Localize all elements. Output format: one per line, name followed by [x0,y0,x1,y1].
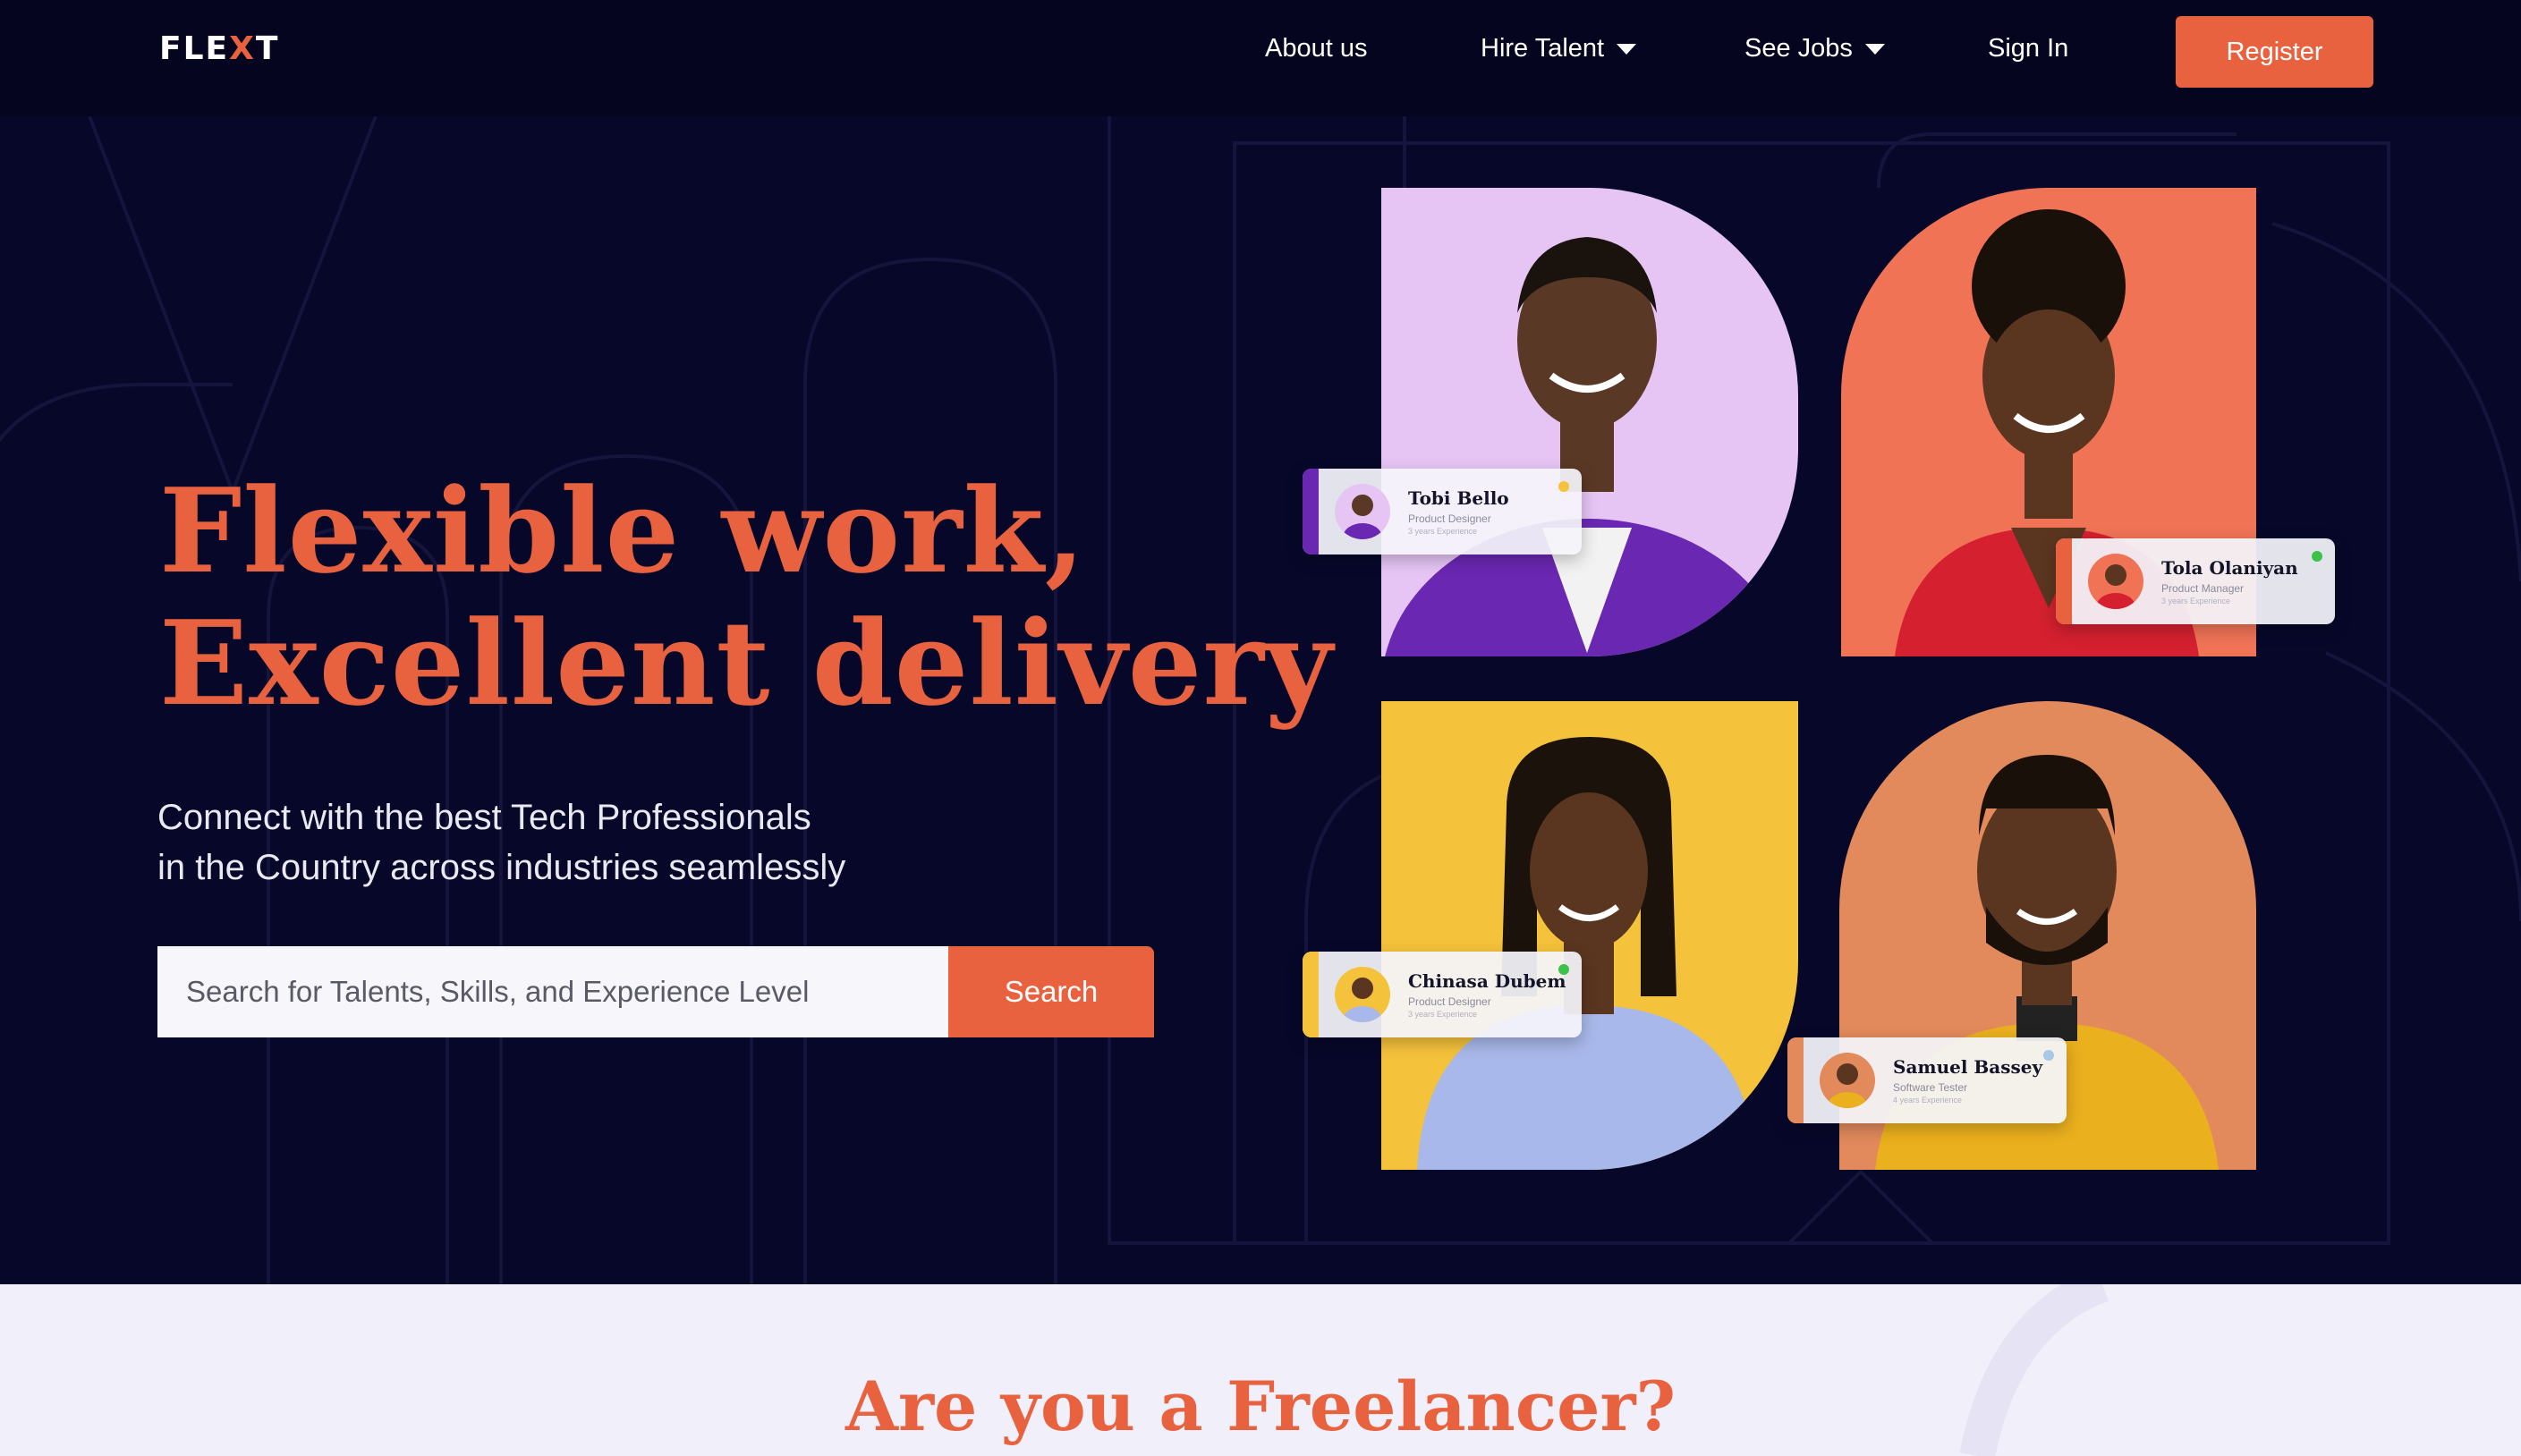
hero-headline: Flexible work, Excellent delivery [159,465,1333,730]
talent-experience: 3 years Experience [2161,597,2231,605]
talent-card-tola[interactable]: Tola Olaniyan Product Manager 3 years Ex… [2056,538,2335,624]
logo-mark: X [229,30,256,67]
hero-section: Flexible work, Excellent delivery Connec… [0,116,2521,1284]
talent-info: Samuel Bassey Software Tester 4 years Ex… [1893,1056,2042,1105]
avatar [1335,484,1390,539]
talent-info: Chinasa Dubem Product Designer 3 years E… [1408,970,1566,1019]
talent-role: Product Designer [1408,512,1491,525]
talent-info: Tobi Bello Product Designer 3 years Expe… [1408,487,1509,536]
card-accent-strip [2056,538,2072,624]
talent-name: Chinasa Dubem [1408,970,1566,992]
nav-hire-talent[interactable]: Hire Talent [1481,34,1637,63]
person-illustration [1385,237,1789,656]
search-button[interactable]: Search [948,946,1154,1037]
talent-role: Product Designer [1408,995,1491,1008]
person-illustration [1417,737,1757,1170]
status-dot [1558,964,1569,975]
nav-hire-talent-label: Hire Talent [1481,34,1605,63]
talent-experience: 3 years Experience [1408,1010,1478,1019]
avatar [2088,554,2143,609]
status-dot [2043,1050,2054,1061]
nav-sign-in[interactable]: Sign In [1988,34,2068,63]
chevron-down-icon [1864,43,1885,55]
status-dot [2312,551,2322,562]
talent-experience: 4 years Experience [1893,1096,1963,1105]
subtext-line-1: Connect with the best Tech Professionals [157,798,811,837]
talent-card-chinasa[interactable]: Chinasa Dubem Product Designer 3 years E… [1303,952,1582,1037]
talent-card-samuel[interactable]: Samuel Bassey Software Tester 4 years Ex… [1787,1037,2067,1123]
search-input[interactable] [157,946,948,1037]
talent-search-bar: Search [157,946,1154,1037]
card-accent-strip [1787,1037,1804,1123]
freelancer-title: Are you a Freelancer? [845,1367,1676,1446]
card-accent-strip [1303,469,1319,554]
talent-experience: 3 years Experience [1408,527,1478,536]
talent-card-tobi[interactable]: Tobi Bello Product Designer 3 years Expe… [1303,469,1582,554]
talent-info: Tola Olaniyan Product Manager 3 years Ex… [2161,557,2298,605]
hero-subtext: Connect with the best Tech Professionals… [157,792,845,893]
logo[interactable]: FLEXT [159,30,279,67]
nav-about-us[interactable]: About us [1265,34,1367,63]
talent-name: Tobi Bello [1408,487,1509,509]
talent-role: Software Tester [1893,1081,1968,1094]
avatar [1820,1053,1875,1108]
site-header: FLEXT About us Hire Talent See Jobs Sign… [0,0,2521,116]
talent-photo-chinasa [1381,701,1798,1170]
nav-see-jobs[interactable]: See Jobs [1744,34,1885,63]
nav-sign-in-label: Sign In [1988,34,2069,63]
talent-role: Product Manager [2161,582,2245,595]
nav-about-us-label: About us [1265,34,1368,63]
freelancer-section: Are you a Freelancer? [0,1284,2521,1456]
talent-name: Samuel Bassey [1893,1056,2043,1078]
nav-see-jobs-label: See Jobs [1744,34,1853,63]
subtext-line-2: in the Country across industries seamles… [157,848,846,887]
status-dot [1558,481,1569,492]
avatar [1335,967,1390,1022]
talent-photo-tobi [1381,188,1798,656]
talent-name: Tola Olaniyan [2161,557,2298,579]
headline-line-2: Excellent delivery [159,595,1334,732]
register-button[interactable]: Register [2176,16,2373,88]
headline-line-1: Flexible work, [159,462,1086,599]
card-accent-strip [1303,952,1319,1037]
chevron-down-icon [1617,43,1637,55]
